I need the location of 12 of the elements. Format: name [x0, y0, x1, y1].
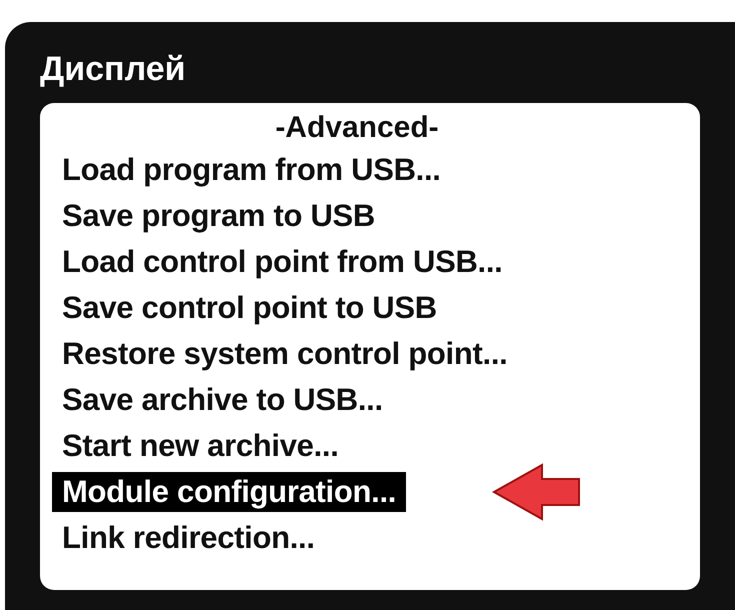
menu-item[interactable]: Save control point to USB — [52, 288, 447, 328]
menu-item[interactable]: Save archive to USB... — [52, 380, 393, 420]
menu-item[interactable]: Load program from USB... — [52, 150, 451, 190]
menu-item[interactable]: Module configuration... — [52, 472, 406, 512]
menu-item[interactable]: Restore system control point... — [52, 334, 518, 374]
menu-item[interactable]: Link redirection... — [52, 518, 325, 558]
menu-item[interactable]: Start new archive... — [52, 426, 349, 466]
menu-item[interactable]: Load control point from USB... — [52, 242, 512, 282]
screen-title: Дисплей — [40, 49, 187, 90]
menu-heading: -Advanced- — [274, 110, 440, 146]
arrow-icon — [492, 463, 582, 521]
menu-item[interactable]: Save program to USB — [52, 196, 385, 236]
